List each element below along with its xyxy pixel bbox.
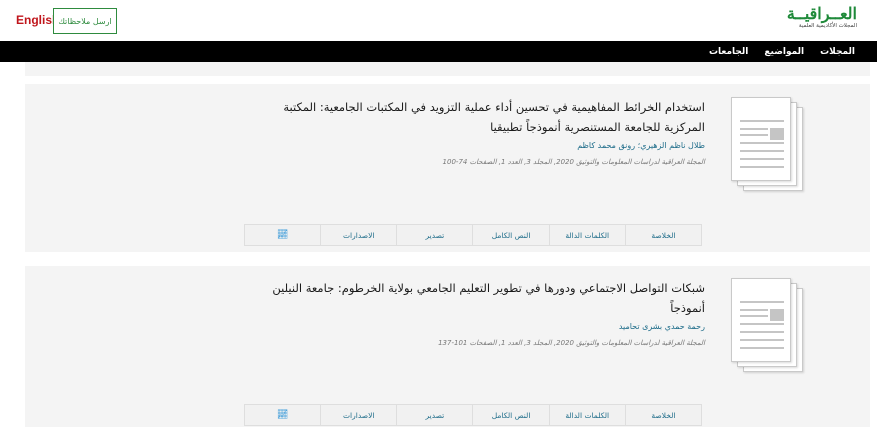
- article-list: استخدام الخرائط المفاهيمية في تحسين أداء…: [0, 62, 877, 427]
- site-header: English ارسل ملاحظاتك العــراقيــة المجل…: [0, 0, 877, 41]
- article-tabs: الخلاصة الكلمات الدالة النص الكامل تصدير…: [244, 224, 702, 246]
- document-thumbnail-icon[interactable]: [729, 97, 807, 195]
- stats-chart-icon[interactable]: 📈︎: [277, 230, 288, 240]
- site-logo[interactable]: العــراقيــة المجلات الأكاديمية العلمية: [773, 5, 857, 35]
- stats-tab[interactable]: 📈︎: [245, 225, 320, 245]
- article-authors[interactable]: طلال ناظم الزهيري؛ رونق محمد كاظم: [245, 141, 705, 150]
- send-feedback-button[interactable]: ارسل ملاحظاتك: [53, 8, 117, 34]
- stats-tab[interactable]: 📈︎: [245, 405, 320, 425]
- tab-keywords[interactable]: الكلمات الدالة: [548, 225, 625, 245]
- main-navbar: المجلات المواضيع الجامعات: [0, 41, 877, 62]
- tab-export[interactable]: تصدير: [396, 405, 472, 425]
- stats-chart-icon[interactable]: 📈︎: [277, 410, 288, 420]
- logo-title: العــراقيــة: [786, 4, 857, 23]
- tab-issues[interactable]: الاصدارات: [320, 405, 396, 425]
- nav-item-subjects[interactable]: المواضيع: [764, 47, 804, 57]
- nav-item-journals[interactable]: المجلات: [820, 47, 855, 57]
- article-card: شبكات التواصل الاجتماعي ودورها في تطوير …: [25, 266, 870, 427]
- tab-export[interactable]: تصدير: [396, 225, 472, 245]
- tab-issues[interactable]: الاصدارات: [320, 225, 396, 245]
- article-authors[interactable]: رحمة حمدي بشرى تحاميد: [245, 322, 705, 331]
- nav-item-universities[interactable]: الجامعات: [709, 47, 748, 57]
- article-tabs: الخلاصة الكلمات الدالة النص الكامل تصدير…: [244, 404, 702, 426]
- tab-keywords[interactable]: الكلمات الدالة: [548, 405, 625, 425]
- previous-article-card-edge: [25, 62, 870, 76]
- article-info: استخدام الخرائط المفاهيمية في تحسين أداء…: [245, 97, 705, 166]
- article-info: شبكات التواصل الاجتماعي ودورها في تطوير …: [245, 278, 705, 347]
- article-source: المجلة العراقية لدراسات المعلومات والتوث…: [438, 339, 705, 347]
- article-title[interactable]: استخدام الخرائط المفاهيمية في تحسين أداء…: [245, 97, 705, 137]
- tab-abstract[interactable]: الخلاصة: [624, 225, 701, 245]
- tab-abstract[interactable]: الخلاصة: [624, 405, 701, 425]
- article-title[interactable]: شبكات التواصل الاجتماعي ودورها في تطوير …: [245, 278, 705, 318]
- article-card: استخدام الخرائط المفاهيمية في تحسين أداء…: [25, 84, 870, 252]
- tab-full-text[interactable]: النص الكامل: [472, 405, 548, 425]
- logo-subtitle: المجلات الأكاديمية العلمية: [798, 23, 857, 29]
- tab-full-text[interactable]: النص الكامل: [472, 225, 548, 245]
- document-thumbnail-icon[interactable]: [729, 278, 807, 376]
- article-source: المجلة العراقية لدراسات المعلومات والتوث…: [442, 158, 705, 166]
